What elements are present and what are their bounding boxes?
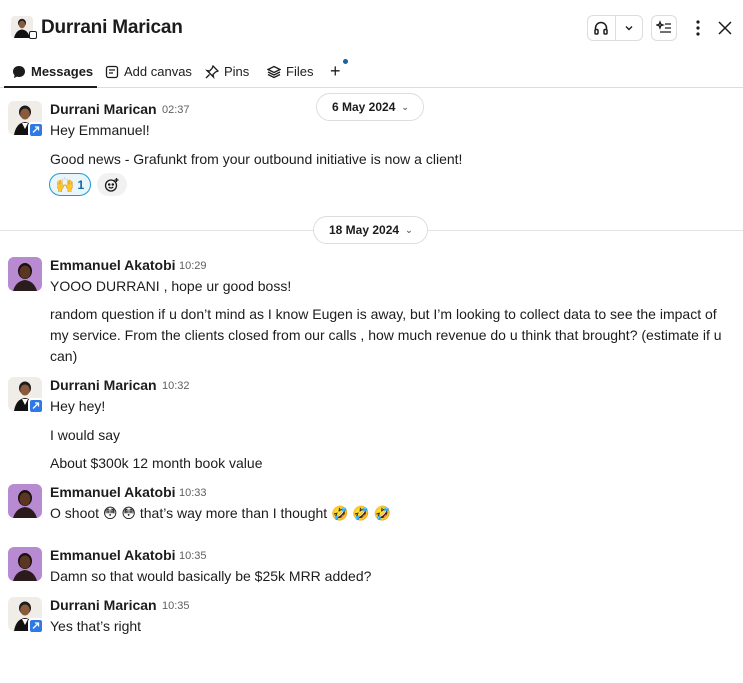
tab-messages[interactable]: Messages <box>3 56 98 88</box>
ai-sparkle-icon <box>656 20 671 33</box>
tab-label: Files <box>286 64 314 79</box>
tab-label: Pins <box>224 64 250 79</box>
layers-icon <box>267 65 281 78</box>
ai-summary-button[interactable] <box>651 15 677 41</box>
huddle-options-button[interactable] <box>616 15 643 41</box>
message-timestamp[interactable]: 10:35 <box>179 550 207 562</box>
channel-title[interactable]: Durrani Marican <box>41 17 183 39</box>
verified-badge-icon <box>28 122 44 138</box>
tab-add-canvas[interactable]: Add canvas <box>105 56 192 87</box>
message-timestamp[interactable]: 10:32 <box>162 380 190 392</box>
tab-label: Add canvas <box>124 64 192 79</box>
message-text: random question if u don’t mind as I kno… <box>50 306 722 364</box>
more-options-button[interactable] <box>689 16 707 40</box>
pin-icon <box>205 64 219 79</box>
avatar[interactable] <box>8 547 42 581</box>
reaction-emoji: 🙌 <box>55 175 75 194</box>
chevron-down-icon <box>625 26 633 31</box>
message-sender[interactable]: Emmanuel Akatobi <box>50 547 176 563</box>
canvas-icon <box>105 65 119 78</box>
avatar[interactable] <box>8 484 42 518</box>
chevron-down-icon: ⌄ <box>401 101 409 112</box>
message-text: Hey hey! <box>50 398 106 414</box>
chevron-down-icon: ⌄ <box>405 224 413 235</box>
message-timestamp[interactable]: 10:33 <box>179 487 207 499</box>
message-sender[interactable]: Emmanuel Akatobi <box>50 484 176 500</box>
message-text: Damn so that would basically be $25k MRR… <box>50 568 372 584</box>
headphones-icon <box>594 21 608 35</box>
avatar[interactable] <box>8 257 42 291</box>
reaction-count: 1 <box>77 177 85 192</box>
close-icon <box>718 21 732 35</box>
date-label: 18 May 2024 <box>329 223 400 237</box>
new-feature-dot <box>343 59 348 64</box>
message-text: YOOO DURRANI , hope ur good boss! <box>50 278 292 294</box>
close-button[interactable] <box>714 16 736 40</box>
add-reaction-button[interactable] <box>97 173 127 196</box>
presence-status-icon <box>29 31 37 39</box>
message-sender[interactable]: Durrani Marican <box>50 101 157 117</box>
message-sender[interactable]: Durrani Marican <box>50 377 157 393</box>
date-divider-button[interactable]: 18 May 2024 ⌄ <box>313 216 428 244</box>
add-tab-button[interactable]: + <box>330 56 348 87</box>
tab-files[interactable]: Files <box>267 56 313 87</box>
more-vertical-icon <box>696 20 700 36</box>
message-text: O shoot 😳 😳 that’s way more than I thoug… <box>50 505 392 521</box>
message-timestamp[interactable]: 10:35 <box>162 600 190 612</box>
tab-label: Messages <box>31 64 94 79</box>
reaction-pill[interactable]: 🙌 1 <box>49 173 91 196</box>
message-bubble-icon <box>13 65 25 78</box>
huddle-button-group <box>587 15 643 41</box>
message-text: Good news - Grafunkt from your outbound … <box>50 151 463 167</box>
message-timestamp[interactable]: 10:29 <box>179 260 207 272</box>
verified-badge-icon <box>28 618 44 634</box>
date-divider-button[interactable]: 6 May 2024 ⌄ <box>316 93 424 121</box>
message-timestamp[interactable]: 02:37 <box>162 104 190 116</box>
huddle-button[interactable] <box>588 15 615 41</box>
message-text: About $300k 12 month book value <box>50 455 263 471</box>
tab-pins[interactable]: Pins <box>205 56 249 87</box>
date-label: 6 May 2024 <box>332 100 396 114</box>
message-text: Hey Emmanuel! <box>50 122 150 138</box>
channel-tabs: Messages Add canvas Pins Files + <box>0 56 743 88</box>
message-sender[interactable]: Durrani Marican <box>50 597 157 613</box>
plus-icon: + <box>330 61 341 81</box>
message-sender[interactable]: Emmanuel Akatobi <box>50 257 176 273</box>
verified-badge-icon <box>28 398 44 414</box>
add-emoji-icon <box>104 177 119 192</box>
message-text: I would say <box>50 427 121 443</box>
message-text: Yes that’s right <box>50 618 142 634</box>
channel-header: Durrani Marican <box>0 0 743 56</box>
